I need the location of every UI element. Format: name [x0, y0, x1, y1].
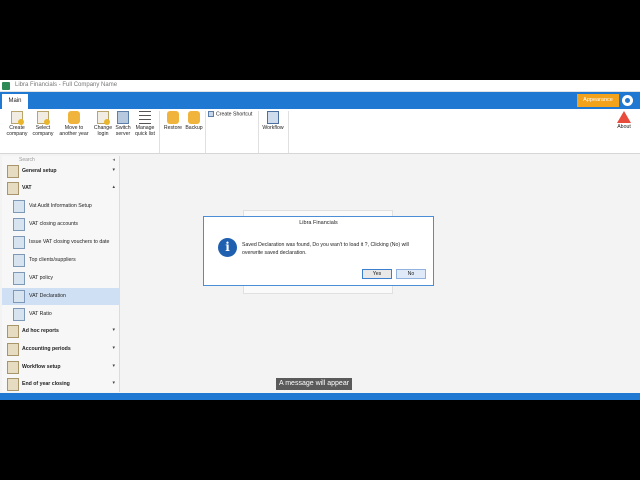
- report-icon: [13, 308, 25, 321]
- sidebar-group-ad-hoc-reports[interactable]: Ad hoc reports ▾: [2, 323, 120, 340]
- report-icon: [13, 200, 25, 213]
- workflow-label: Workflow: [262, 125, 284, 131]
- create-company-label: Create company: [6, 125, 28, 137]
- select-company-label: Select company: [32, 125, 54, 137]
- sidebar-item-vat-audit-info[interactable]: Vat Audit Information Setup: [2, 198, 120, 215]
- switch-server-icon: [117, 111, 129, 124]
- chevron-down-icon: ▾: [112, 380, 115, 386]
- select-company-button[interactable]: Select company: [30, 111, 56, 137]
- report-icon: [13, 254, 25, 267]
- create-shortcut-button[interactable]: Create Shortcut: [208, 111, 252, 117]
- workflow-button[interactable]: Workflow: [260, 111, 286, 131]
- sidebar-item-top-clients[interactable]: Top clients/suppliers: [2, 252, 120, 269]
- ribbon-divider: [258, 111, 259, 153]
- ad-hoc-reports-icon: [7, 325, 19, 338]
- end-of-year-icon: [7, 378, 19, 391]
- workflow-setup-icon: [7, 361, 19, 374]
- sidebar-item-vat-ratio[interactable]: VAT Ratio: [2, 306, 120, 323]
- sidebar-item-label: End of year closing: [22, 381, 70, 387]
- sidebar-item-vat-declaration[interactable]: VAT Declaration: [2, 288, 120, 305]
- sidebar-item-label: VAT Ratio: [29, 311, 52, 317]
- switch-server-label: Switch server: [115, 125, 131, 137]
- sidebar-item-label: Top clients/suppliers: [29, 257, 76, 263]
- ribbon-toolbar: Create company Select company Move to an…: [0, 109, 640, 154]
- sidebar-item-vat-closing-accounts[interactable]: VAT closing accounts: [2, 216, 120, 233]
- chevron-down-icon: ▾: [112, 327, 115, 333]
- app-logo-icon: [2, 82, 10, 90]
- create-company-button[interactable]: Create company: [4, 111, 30, 137]
- restore-label: Restore: [163, 125, 183, 131]
- sidebar-group-vat[interactable]: VAT ▴: [2, 180, 120, 197]
- sidebar-item-label: General setup: [22, 168, 57, 174]
- no-button-label: No: [407, 271, 415, 277]
- sidebar-group-end-of-year[interactable]: End of year closing ▾: [2, 376, 120, 393]
- help-icon[interactable]: [622, 95, 633, 106]
- sidebar-item-issue-vat-vouchers[interactable]: Issue VAT closing vouchers to date: [2, 234, 120, 251]
- ribbon-divider: [205, 111, 206, 153]
- restore-icon: [167, 111, 179, 124]
- title-bar: Libra Financials - Full Company Name: [0, 80, 640, 92]
- sidebar-item-label: Ad hoc reports: [22, 328, 59, 334]
- report-icon: [13, 272, 25, 285]
- ribbon-tab-bar: Main Appearance: [0, 92, 640, 109]
- chevron-down-icon: ▾: [112, 167, 115, 173]
- tab-main[interactable]: Main: [2, 94, 28, 109]
- chevron-down-icon: ▾: [112, 363, 115, 369]
- sidebar-group-general-setup[interactable]: General setup ▾: [2, 163, 120, 180]
- sidebar-group-accounting-periods[interactable]: Accounting periods ▾: [2, 341, 120, 358]
- dialog-title: Libra Financials: [299, 220, 338, 226]
- sidebar-item-label: Issue VAT closing vouchers to date: [29, 239, 110, 245]
- sidebar-item-label: VAT Declaration: [29, 293, 66, 299]
- vat-icon: [7, 182, 19, 195]
- chevron-up-icon: ▴: [112, 184, 115, 190]
- backup-label: Backup: [185, 125, 203, 131]
- accounting-periods-icon: [7, 343, 19, 356]
- move-year-button[interactable]: Move to another year: [57, 111, 91, 137]
- backup-button[interactable]: Backup: [181, 111, 207, 131]
- about-button[interactable]: About: [611, 111, 637, 130]
- sidebar-item-vat-policy[interactable]: VAT policy: [2, 270, 120, 287]
- sidebar-item-label: Vat Audit Information Setup: [29, 203, 92, 209]
- no-button[interactable]: No: [396, 269, 426, 279]
- about-logo-icon: [617, 111, 631, 123]
- video-caption: A message will appear: [276, 378, 353, 390]
- change-login-icon: [97, 111, 110, 125]
- sidebar-group-workflow-setup[interactable]: Workflow setup ▾: [2, 359, 120, 376]
- report-icon: [13, 290, 25, 303]
- quick-list-icon: [139, 111, 151, 124]
- appearance-button[interactable]: Appearance: [577, 94, 619, 107]
- report-icon: [13, 218, 25, 231]
- general-setup-icon: [7, 165, 19, 178]
- dialog-message: Saved Declaration was found, Do you wan'…: [242, 242, 409, 256]
- create-company-icon: [11, 111, 24, 125]
- message-dialog: Libra Financials i Saved Declaration was…: [203, 216, 434, 286]
- sidebar-item-label: Accounting periods: [22, 346, 71, 352]
- window-title: Libra Financials - Full Company Name: [15, 82, 118, 88]
- manage-quick-list-label: Manage quick list: [135, 125, 155, 137]
- yes-button[interactable]: Yes: [362, 269, 392, 279]
- backup-icon: [188, 111, 200, 124]
- sidebar-item-label: Workflow setup: [22, 364, 61, 370]
- info-icon: i: [218, 238, 237, 257]
- move-year-label: Move to another year: [59, 125, 89, 137]
- report-icon: [13, 236, 25, 249]
- about-label: About: [617, 124, 631, 130]
- status-bar: [0, 393, 640, 400]
- select-company-icon: [37, 111, 50, 125]
- move-year-icon: [68, 111, 80, 124]
- sidebar-item-label: VAT: [22, 185, 32, 191]
- ribbon-divider: [288, 111, 289, 153]
- sidebar-item-label: VAT closing accounts: [29, 221, 79, 227]
- shortcut-icon: [208, 111, 214, 117]
- sidebar-item-label: VAT policy: [29, 275, 53, 281]
- chevron-down-icon: ▾: [112, 345, 115, 351]
- navigation-sidebar: Search ◂ General setup ▾ VAT ▴ Vat Audit…: [2, 156, 120, 392]
- workflow-icon: [267, 111, 279, 124]
- create-shortcut-label: Create Shortcut: [216, 111, 253, 118]
- manage-quick-list-button[interactable]: Manage quick list: [133, 111, 157, 137]
